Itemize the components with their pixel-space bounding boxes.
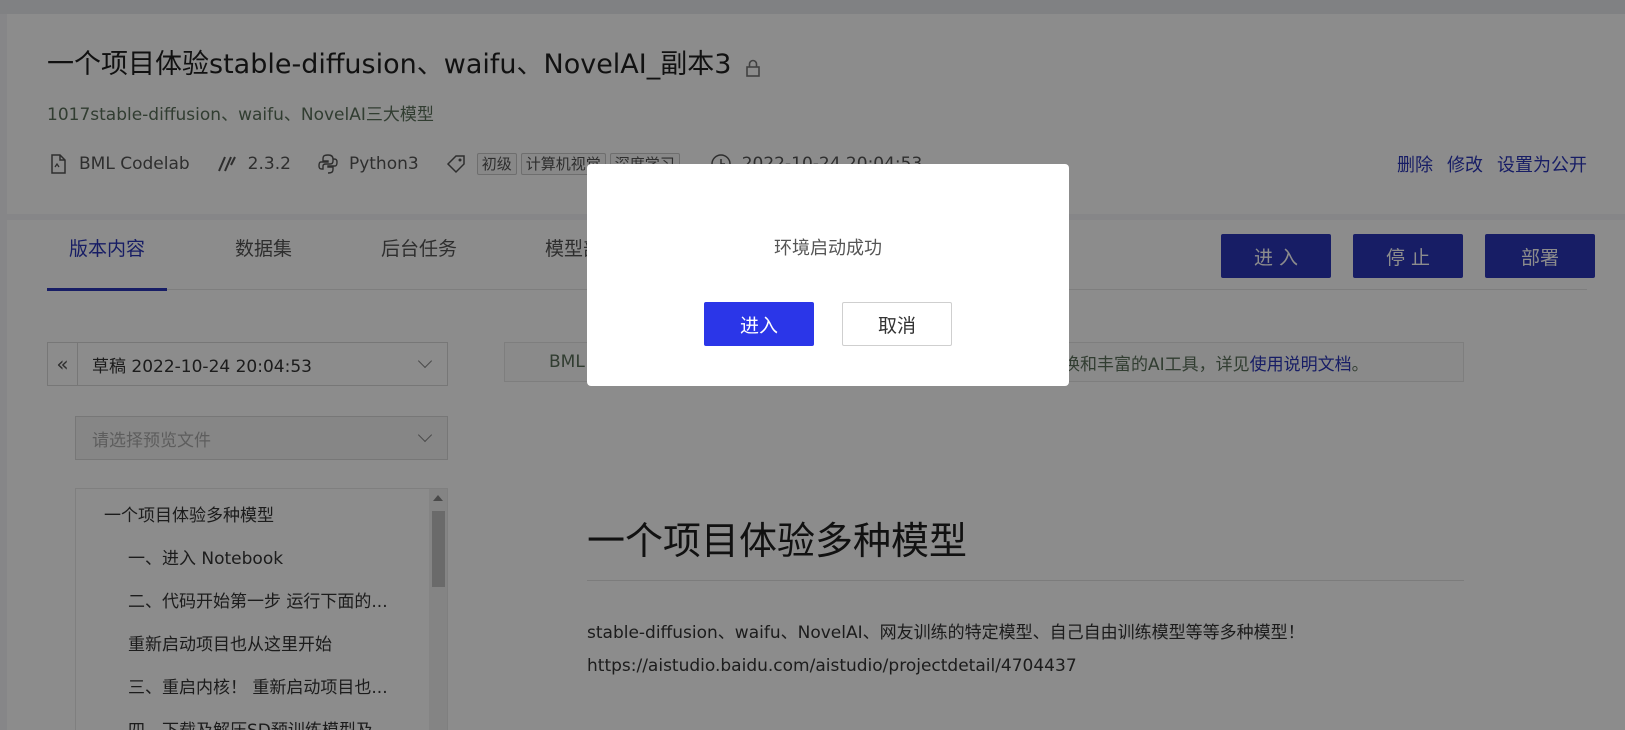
dialog-cancel-button[interactable]: 取消 bbox=[842, 302, 952, 346]
dialog-message: 环境启动成功 bbox=[774, 238, 882, 259]
page: 一个项目体验stable-diffusion、waifu、NovelAI_副本3… bbox=[0, 0, 1625, 730]
environment-ready-dialog: 环境启动成功 进入 取消 bbox=[587, 164, 1069, 386]
dialog-enter-button[interactable]: 进入 bbox=[704, 302, 814, 346]
